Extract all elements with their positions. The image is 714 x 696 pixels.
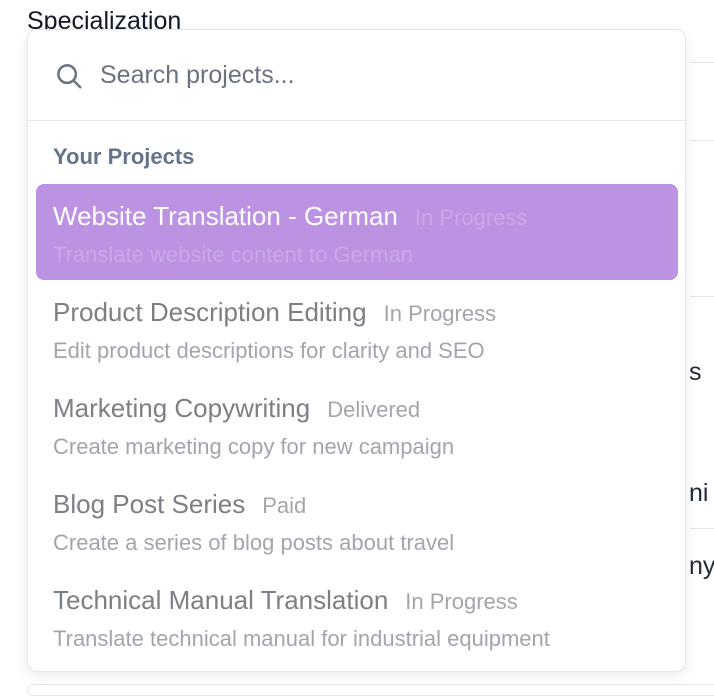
project-option-marketing-copywriting[interactable]: Marketing Copywriting Delivered Create m… <box>36 376 678 472</box>
project-description: Create marketing copy for new campaign <box>53 434 455 459</box>
project-title: Blog Post Series <box>53 489 246 519</box>
background-text-fragment: ni <box>689 479 709 507</box>
group-heading: Your Projects <box>53 144 195 169</box>
project-description: Edit product descriptions for clarity an… <box>53 338 485 363</box>
background-divider <box>690 140 714 141</box>
background-divider <box>690 296 714 297</box>
search-input[interactable] <box>100 57 660 93</box>
background-field <box>27 684 714 696</box>
project-option-website-translation-german[interactable]: Website Translation - German In Progress… <box>36 184 678 280</box>
project-title: Marketing Copywriting <box>53 393 311 423</box>
project-title: Technical Manual Translation <box>53 585 389 615</box>
project-status: In Progress <box>405 589 518 614</box>
search-bar <box>28 30 685 121</box>
project-option-blog-post-series[interactable]: Blog Post Series Paid Create a series of… <box>36 472 678 568</box>
project-title: Product Description Editing <box>53 297 367 327</box>
search-icon <box>57 64 82 89</box>
background-divider <box>690 528 714 529</box>
project-description: Create a series of blog posts about trav… <box>53 530 455 555</box>
project-option-product-description-editing[interactable]: Product Description Editing In Progress … <box>36 280 678 376</box>
project-picker-popover: Your Projects Website Translation - Germ… <box>27 29 686 672</box>
project-status: In Progress <box>414 205 528 230</box>
background-divider <box>690 62 714 63</box>
project-description: Translate technical manual for industria… <box>53 626 550 651</box>
project-status: Paid <box>262 493 307 518</box>
background-text-fragment: s <box>689 358 702 386</box>
project-status: In Progress <box>383 301 497 326</box>
project-status: Delivered <box>327 397 421 422</box>
project-title: Website Translation - German <box>53 201 398 231</box>
project-option-technical-manual-translation[interactable]: Technical Manual Translation In Progress… <box>36 568 678 664</box>
background-text-fragment: ny <box>689 552 714 580</box>
project-description: Translate website content to German <box>53 242 413 267</box>
